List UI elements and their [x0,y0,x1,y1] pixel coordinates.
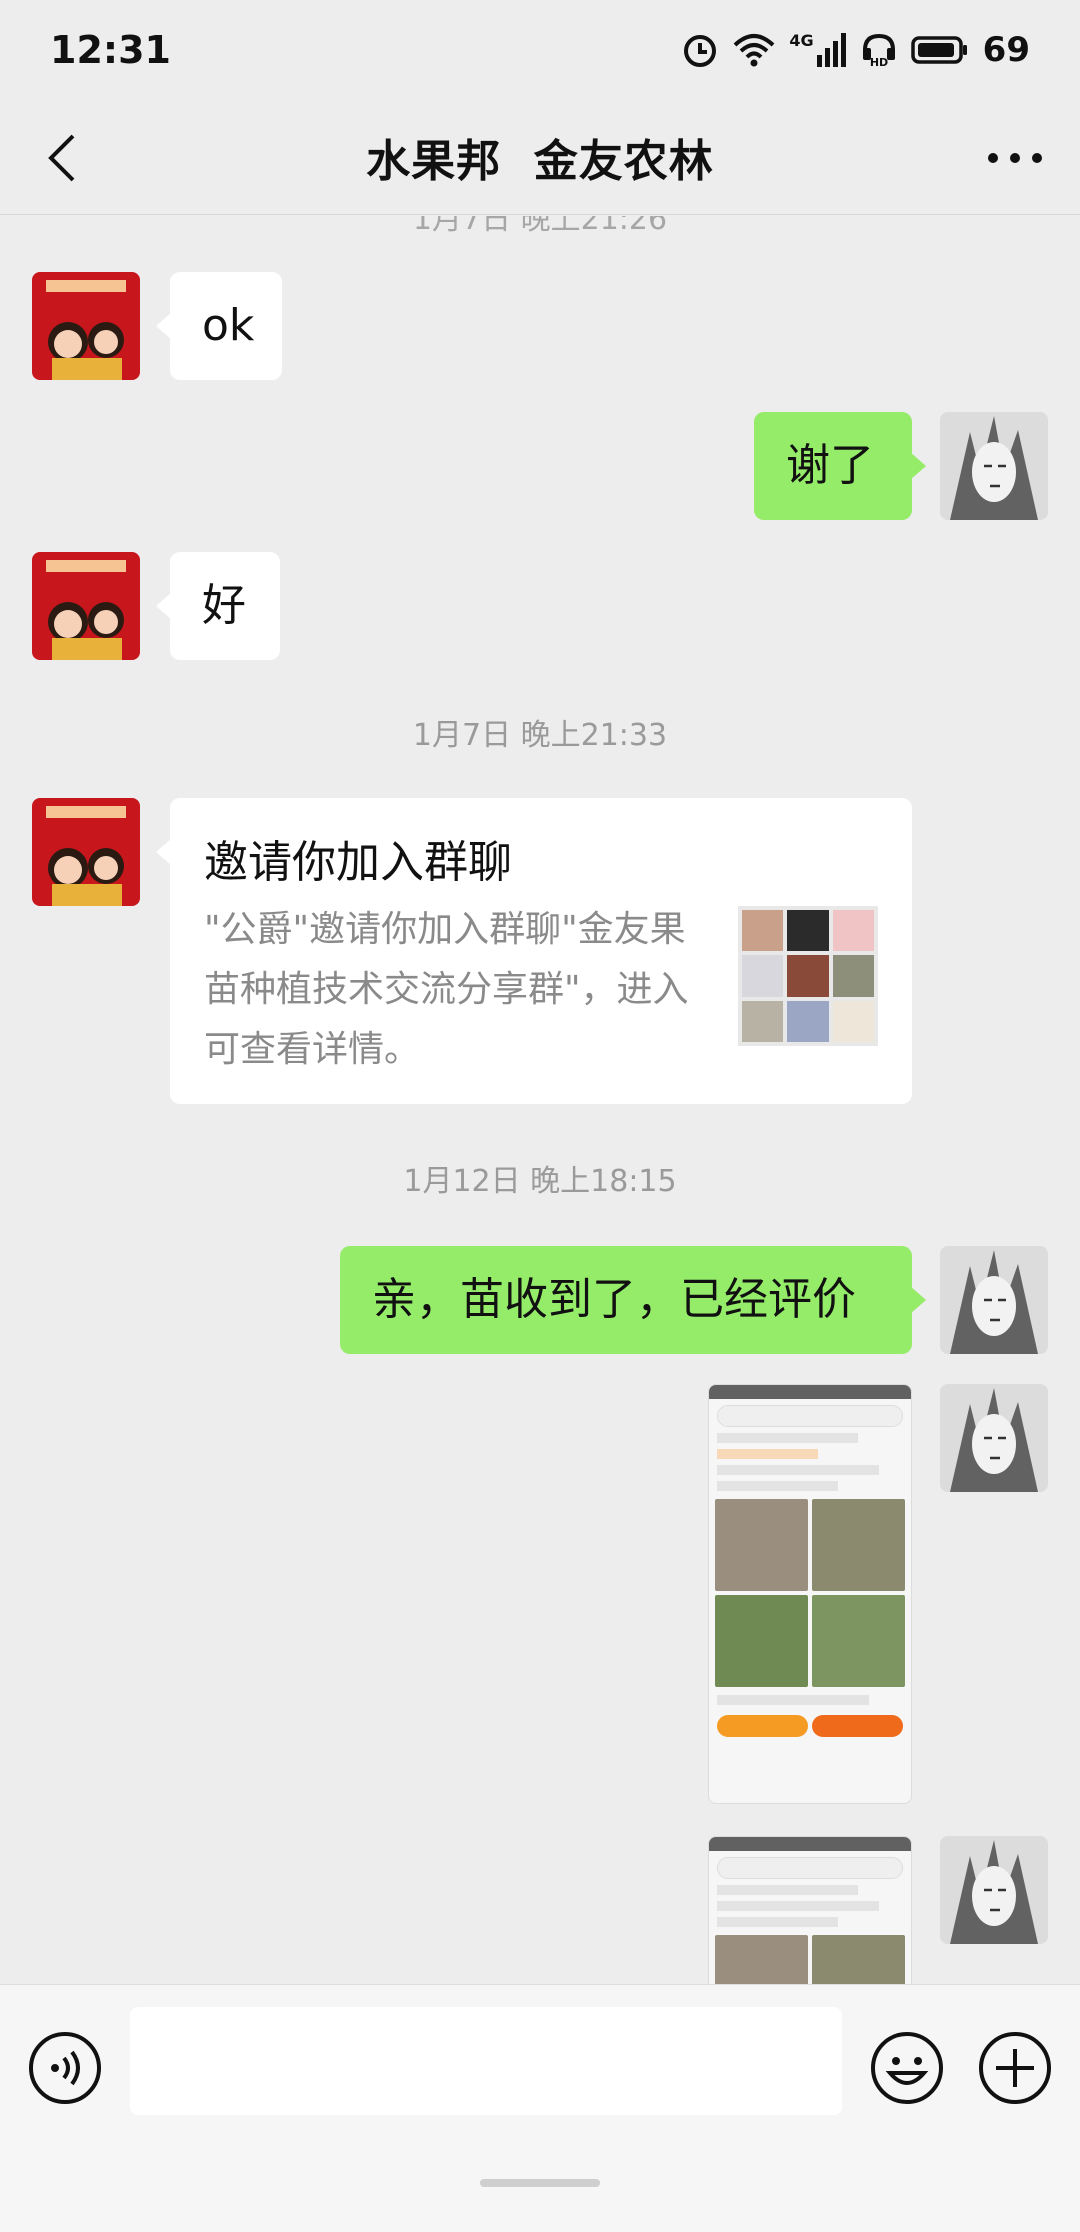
message-bubble-incoming[interactable]: 好 [156,552,280,660]
wifi-icon [734,34,775,67]
timestamp-clipped: 1月7日 晚上21:26 [412,216,668,237]
network-label: 4G [789,31,814,50]
alarm-icon [684,35,717,67]
message-list[interactable]: 1月7日 晚上21:26 ok 谢了 好 1月7日 晚上21:33 邀请你加入群… [0,216,1080,1984]
emoji-icon [871,2032,943,2104]
group-avatar-grid [738,906,878,1046]
image-message[interactable] [708,1384,912,1804]
voice-button[interactable] [28,2031,102,2105]
message-bubble-outgoing[interactable]: 亲，苗收到了，已经评价 [340,1246,926,1354]
status-time: 12:31 [50,28,171,72]
my-avatar[interactable] [940,1384,1048,1492]
contact-avatar[interactable] [32,798,140,906]
status-bar: 12:31 4G HD 69 [0,0,1080,100]
avatar-image [940,1246,1048,1354]
avatar-image [32,798,140,906]
contact-avatar[interactable] [32,272,140,380]
signal-icon [816,33,846,67]
group-invite-card[interactable]: 邀请你加入群聊 "公爵"邀请你加入群聊"金友果苗种植技术交流分享群"，进入可查看… [156,798,912,1104]
more-dots-icon [988,153,1042,163]
more-button[interactable] [980,128,1050,188]
message-bubble-incoming[interactable]: ok [156,272,282,380]
chevron-left-icon [48,134,75,182]
chat-title: 水果邦 金友农林 [366,136,714,187]
chat-header: 水果邦 金友农林 [0,100,1080,215]
battery-icon [910,36,967,64]
my-avatar[interactable] [940,1246,1048,1354]
image-message[interactable] [708,1836,912,1984]
invite-card-description: "公爵"邀请你加入群聊"金友果苗种植技术交流分享群"，进入可查看详情。 [204,909,689,1070]
timestamp: 1月7日 晚上21:33 [412,718,668,753]
my-avatar[interactable] [940,412,1048,520]
my-avatar[interactable] [940,1836,1048,1944]
more-actions-button[interactable] [978,2031,1052,2105]
contact-avatar[interactable] [32,552,140,660]
home-indicator[interactable] [480,2179,600,2187]
message-input[interactable] [130,2007,842,2115]
emoji-button[interactable] [870,2031,944,2105]
avatar-image [940,412,1048,520]
svg-text:HD: HD [870,56,888,68]
timestamp: 1月12日 晚上18:15 [403,1164,677,1199]
message-bubble-outgoing[interactable]: 谢了 [754,412,926,520]
avatar-image [32,272,140,380]
avatar-image [940,1836,1048,1944]
back-button[interactable] [32,128,92,188]
avatar-image [940,1384,1048,1492]
hd-call-icon: HD [862,33,895,68]
battery-level: 69 [982,30,1030,70]
voice-icon [29,2032,101,2104]
plus-icon [979,2032,1051,2104]
avatar-image [32,552,140,660]
status-icons: 4G HD 69 [681,30,1030,70]
invite-card-title: 邀请你加入群聊 [204,837,512,888]
input-bar [0,1984,1080,2232]
network-badge: 4G [789,33,846,67]
